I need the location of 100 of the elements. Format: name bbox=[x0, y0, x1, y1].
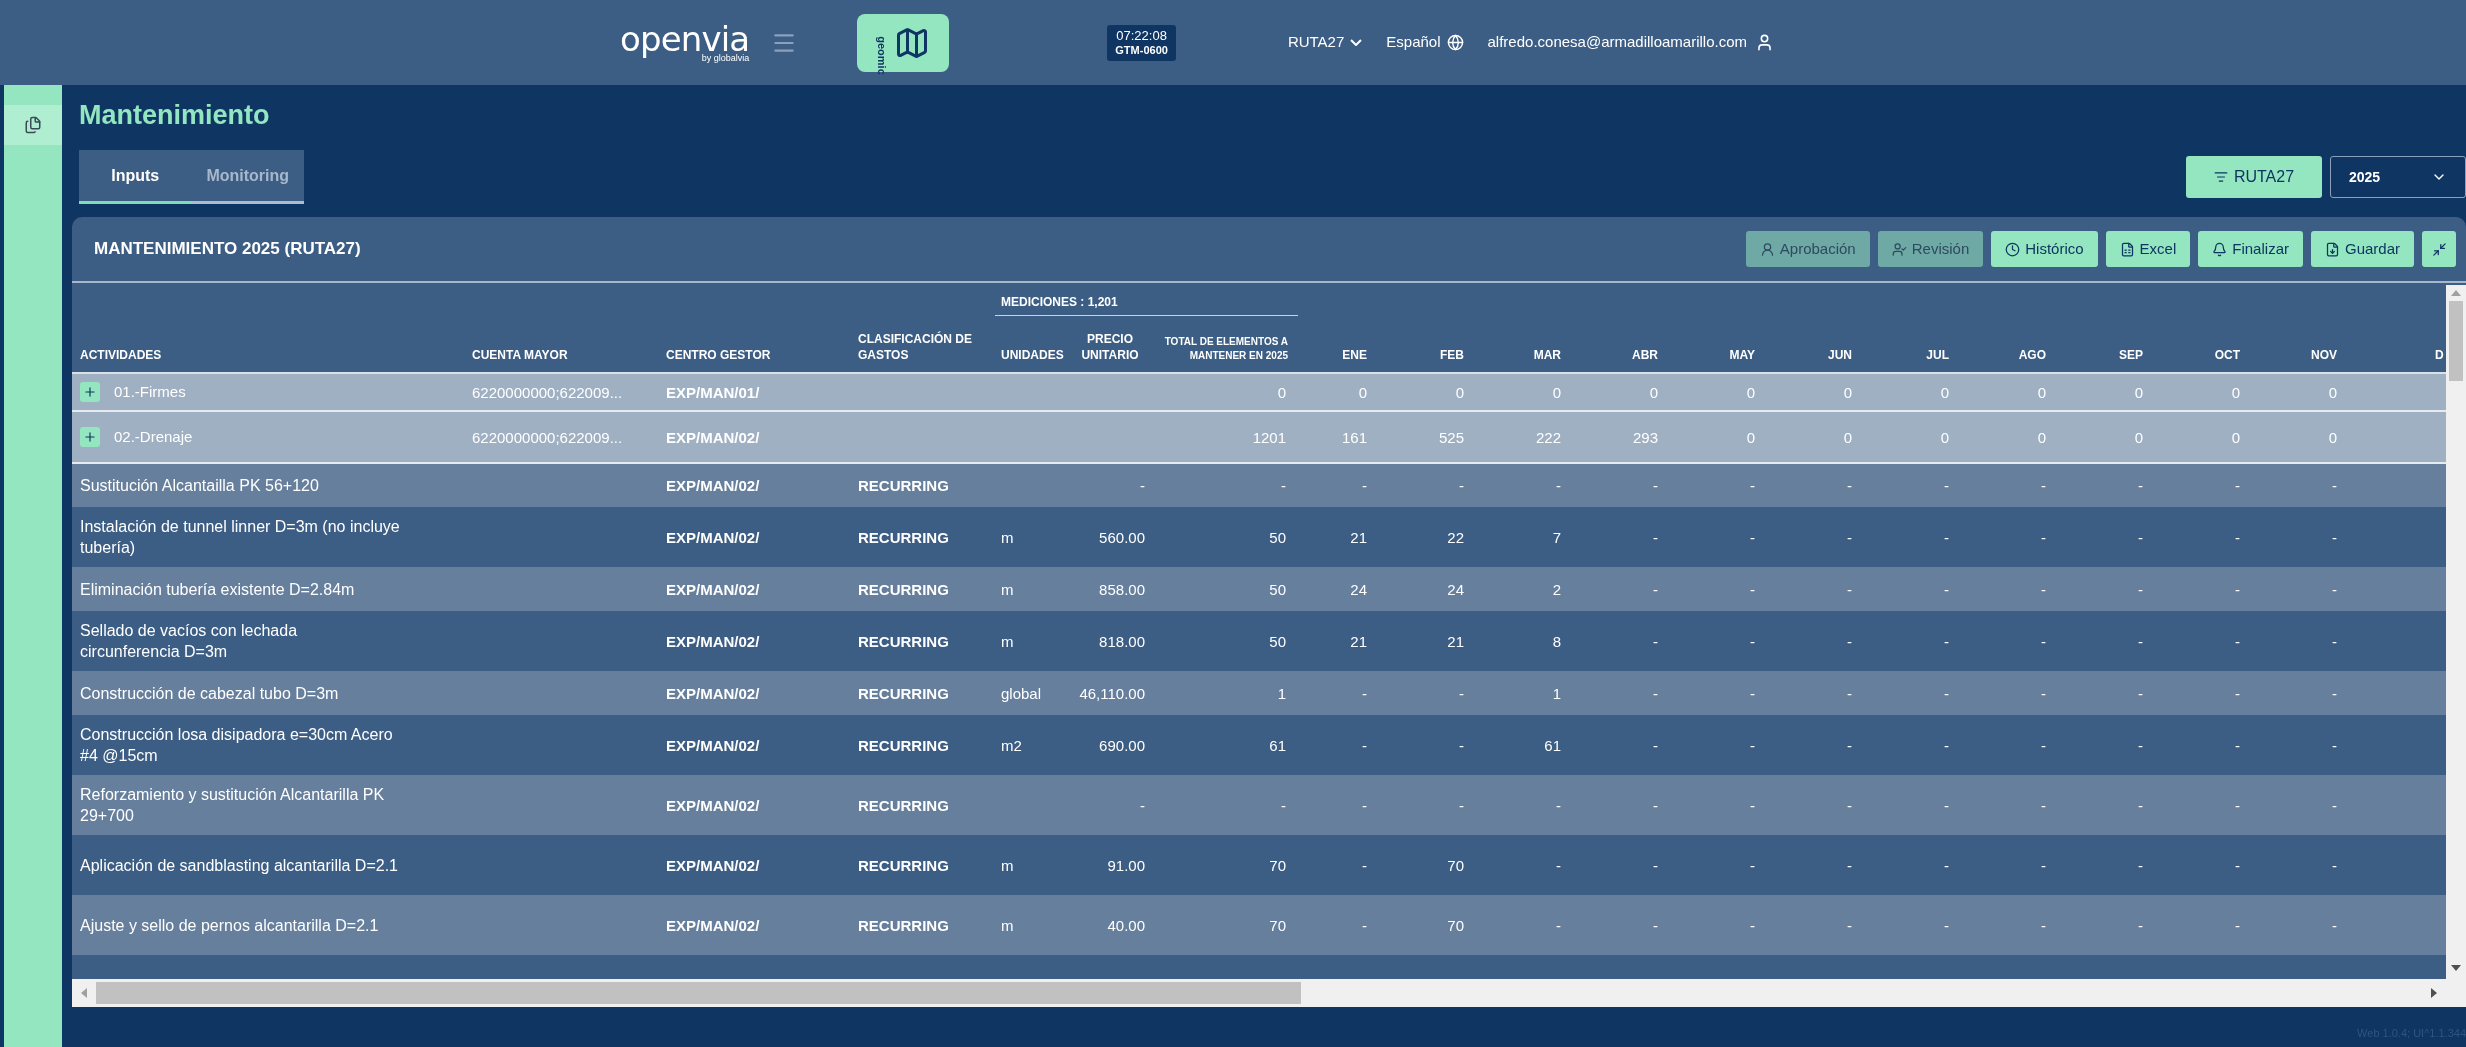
table-cell: - bbox=[2041, 796, 2047, 814]
table-cell: - bbox=[1944, 580, 1950, 598]
table-cell: 161 bbox=[1342, 428, 1368, 446]
globe-icon bbox=[1446, 34, 1464, 51]
review-icon bbox=[1891, 241, 1907, 257]
table-cell: - bbox=[2041, 477, 2047, 494]
table-cell: - bbox=[2332, 477, 2338, 494]
expand-button[interactable] bbox=[80, 382, 100, 402]
table-cell: - bbox=[1750, 632, 1756, 650]
table-cell: 91.00 bbox=[1107, 856, 1145, 874]
card-title: MANTENIMIENTO 2025 (RUTA27) bbox=[94, 238, 361, 261]
table-cell: m bbox=[1001, 528, 1014, 546]
collapse-button[interactable] bbox=[2422, 231, 2456, 267]
table-cell: EXP/MAN/02/ bbox=[666, 528, 760, 546]
save-icon bbox=[2324, 241, 2340, 257]
table-cell: 2 bbox=[1552, 580, 1562, 598]
table-cell: - bbox=[2332, 580, 2338, 598]
table-cell: - bbox=[2041, 684, 2047, 702]
column-header: JUN bbox=[1828, 347, 1853, 363]
table-cell: 525 bbox=[1439, 428, 1465, 446]
table-cell: m2 bbox=[1001, 736, 1022, 754]
table-cell: m bbox=[1001, 632, 1014, 650]
table-cell: - bbox=[1459, 736, 1465, 754]
table-cell: - bbox=[2332, 632, 2338, 650]
table-cell: 1201 bbox=[1252, 428, 1287, 446]
action-button[interactable]: Finalizar bbox=[2198, 231, 2303, 267]
horizontal-scrollbar[interactable] bbox=[72, 979, 2446, 1007]
action-button[interactable]: Histórico bbox=[1991, 231, 2098, 267]
table-cell: EXP/MAN/02/ bbox=[666, 632, 760, 650]
table-cell: 0 bbox=[1746, 428, 1756, 446]
table-cell-text: Aplicación de sandblasting alcantarilla D=2.1 bbox=[80, 855, 398, 876]
language-selector[interactable]: Español bbox=[1386, 31, 1464, 54]
table-cell: - bbox=[1847, 477, 1853, 494]
table-cell: 21 bbox=[1447, 632, 1465, 650]
table-cell: 50 bbox=[1269, 580, 1287, 598]
column-header: ACTIVIDADES bbox=[80, 347, 162, 363]
table-cell: - bbox=[2138, 856, 2144, 874]
user-menu[interactable]: alfredo.conesa@armadilloamarillo.com bbox=[1487, 31, 1775, 54]
table-cell: - bbox=[1750, 856, 1756, 874]
table-cell: 0 bbox=[2328, 383, 2338, 401]
table-cell: m bbox=[1001, 856, 1014, 874]
scroll-left-icon[interactable] bbox=[81, 988, 87, 998]
table-cell: - bbox=[2332, 916, 2338, 934]
table-cell: - bbox=[2332, 856, 2338, 874]
filter-icon bbox=[2213, 170, 2228, 184]
scrollbar-thumb[interactable] bbox=[2449, 301, 2463, 381]
table-cell: RECURRING bbox=[858, 528, 949, 546]
table-cell: - bbox=[2138, 477, 2144, 494]
tab[interactable]: Inputs bbox=[79, 150, 192, 204]
expand-button[interactable] bbox=[80, 427, 100, 447]
action-button[interactable]: Excel bbox=[2105, 231, 2191, 267]
table-cell-text: Sustitución Alcantailla PK 56+120 bbox=[80, 476, 319, 496]
table-cell: 61 bbox=[1544, 736, 1562, 754]
table-cell: 21 bbox=[1350, 528, 1368, 546]
scroll-down-icon[interactable] bbox=[2451, 965, 2461, 971]
collapse-icon bbox=[2431, 241, 2447, 257]
table-cell: - bbox=[1556, 796, 1562, 814]
table-cell: - bbox=[1847, 528, 1853, 546]
table-cell: - bbox=[1556, 916, 1562, 934]
table-cell: EXP/MAN/02/ bbox=[666, 736, 760, 754]
table-cell: - bbox=[2041, 528, 2047, 546]
table-cell: - bbox=[1944, 736, 1950, 754]
table-cell: 21 bbox=[1350, 632, 1368, 650]
table-cell: - bbox=[2235, 477, 2241, 494]
table-cell: - bbox=[2235, 632, 2241, 650]
approve-icon bbox=[1759, 241, 1775, 257]
column-header: MAR bbox=[1533, 347, 1562, 363]
table-cell: - bbox=[1750, 736, 1756, 754]
table-cell: 690.00 bbox=[1099, 736, 1145, 754]
table-cell: - bbox=[1140, 796, 1145, 814]
table-cell: - bbox=[2235, 528, 2241, 546]
table-cell: RECURRING bbox=[858, 580, 949, 598]
table-cell: - bbox=[1362, 477, 1368, 494]
table-cell: RECURRING bbox=[858, 916, 949, 934]
sidebar-item[interactable] bbox=[4, 105, 62, 145]
vertical-scrollbar[interactable] bbox=[2446, 285, 2466, 1007]
table-cell-text: Construcción losa disipadora e=30cm Acero #4 @15cm bbox=[80, 725, 394, 766]
column-header: OCT bbox=[2214, 347, 2241, 363]
group-column-header: MEDICIONES : 1,201 bbox=[1001, 294, 1118, 309]
table-cell: RECURRING bbox=[858, 736, 949, 754]
column-header: MAY bbox=[1729, 347, 1756, 363]
table-cell: - bbox=[2235, 796, 2241, 814]
table-cell: - bbox=[1944, 632, 1950, 650]
table-cell: - bbox=[2332, 796, 2338, 814]
table-cell: - bbox=[1847, 796, 1853, 814]
action-button[interactable]: Guardar bbox=[2310, 231, 2414, 267]
column-header: PRECIO UNITARIO bbox=[1080, 331, 1140, 363]
scroll-up-icon[interactable] bbox=[2451, 290, 2461, 296]
table-cell: - bbox=[1653, 796, 1659, 814]
scrollbar-thumb[interactable] bbox=[96, 982, 1301, 1004]
table-cell: 0 bbox=[2231, 383, 2241, 401]
table-cell: 22 bbox=[1447, 528, 1465, 546]
table-cell: 70 bbox=[1447, 856, 1465, 874]
scroll-right-icon[interactable] bbox=[2431, 988, 2437, 998]
year-select[interactable]: 2025 bbox=[2330, 156, 2466, 198]
table-cell: - bbox=[2138, 684, 2144, 702]
table-cell: RECURRING bbox=[858, 856, 949, 874]
project-dropdown[interactable]: RUTA27 bbox=[1287, 31, 1363, 54]
filter-button[interactable]: RUTA27 bbox=[2186, 156, 2322, 198]
table-cell: 0 bbox=[1358, 383, 1368, 401]
